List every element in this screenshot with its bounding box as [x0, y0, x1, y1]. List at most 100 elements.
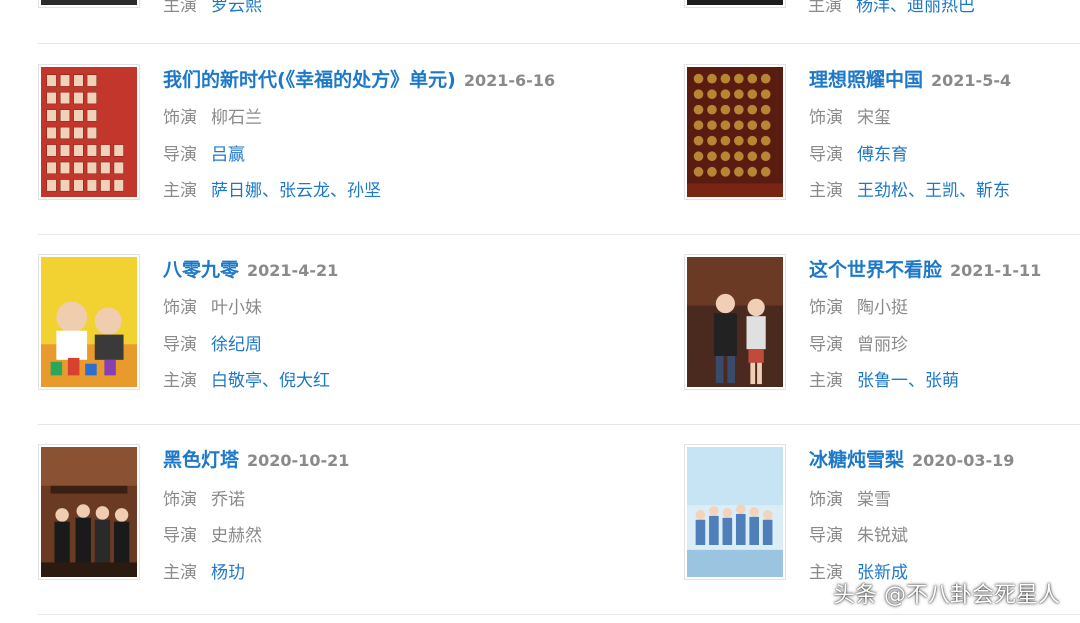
role-value: 叶小妹	[211, 298, 262, 318]
cast-link[interactable]: 张云龙	[279, 181, 330, 201]
poster-image[interactable]	[38, 254, 140, 390]
release-date: 2020-10-21	[247, 451, 350, 470]
role-label: 饰演	[809, 108, 843, 128]
cast-link[interactable]: 杨洋、迪丽热巴	[856, 0, 975, 16]
poster-art	[41, 67, 137, 197]
work-title-link[interactable]: 我们的新时代(《幸福的处方》单元)	[163, 69, 456, 91]
work-card: 冰糖炖雪梨 2020-03-19 饰演 棠雪 导演 朱锐斌 主演 张新成	[684, 444, 1080, 584]
cast-label: 主演	[163, 181, 197, 201]
role-value: 乔诺	[211, 490, 245, 510]
cast-label: 主演	[163, 563, 197, 583]
role-value: 棠雪	[857, 490, 891, 510]
cast-label: 主演	[808, 0, 842, 16]
work-title-link[interactable]: 理想照耀中国	[809, 69, 923, 91]
cast-row: 主演 萨日娜、张云龙、孙坚	[163, 181, 381, 201]
director-link[interactable]: 吕赢	[211, 145, 245, 165]
role-value: 柳石兰	[211, 108, 262, 128]
work-title-row: 我们的新时代(《幸福的处方》单元) 2021-6-16	[163, 66, 555, 94]
poster-art	[41, 257, 137, 387]
role-label: 饰演	[809, 298, 843, 318]
cast-row: 主演 张鲁一、张萌	[809, 371, 959, 391]
director-row: 导演 曾丽珍	[809, 333, 908, 357]
cast-row: 主演 白敬亭、倪大红	[163, 371, 330, 391]
director-row: 导演 吕赢	[163, 143, 245, 167]
top-left-cast-row: 主演 罗云熙	[163, 0, 262, 18]
role-label: 饰演	[163, 298, 197, 318]
cast-link[interactable]: 杨玏	[211, 563, 245, 583]
work-card: 这个世界不看脸 2021-1-11 饰演 陶小挺 导演 曾丽珍 主演 张鲁一、张萌	[684, 254, 1080, 394]
poster-image[interactable]	[684, 64, 786, 200]
cast-link[interactable]: 罗云熙	[211, 0, 262, 16]
work-title-link[interactable]: 八零九零	[163, 259, 239, 281]
work-title-link[interactable]: 冰糖炖雪梨	[809, 449, 904, 471]
cast-link[interactable]: 张萌	[925, 371, 959, 391]
poster-image[interactable]	[38, 64, 140, 200]
release-date: 2021-1-11	[950, 261, 1042, 280]
poster-art	[687, 257, 783, 387]
director-label: 导演	[163, 526, 197, 546]
cast-row: 主演 王劲松、王凯、靳东	[809, 181, 1010, 201]
director-row: 导演 史赫然	[163, 524, 262, 548]
work-card: 理想照耀中国 2021-5-4 饰演 宋玺 导演 傅东育 主演 王劲松、王凯、靳东	[684, 64, 1080, 204]
cast-link[interactable]: 倪大红	[279, 371, 330, 391]
role-label: 饰演	[809, 490, 843, 510]
cast-link[interactable]: 张鲁一	[857, 371, 908, 391]
watermark-text: 头条 @不八卦会死星人	[833, 583, 1060, 608]
row-divider	[38, 234, 1080, 235]
poster-image[interactable]	[684, 0, 786, 8]
director-link[interactable]: 徐纪周	[211, 335, 262, 355]
director-label: 导演	[163, 335, 197, 355]
cast-label: 主演	[163, 371, 197, 391]
role-label: 饰演	[163, 490, 197, 510]
poster-art	[687, 447, 783, 577]
work-title-row: 这个世界不看脸 2021-1-11	[809, 256, 1041, 284]
director-row: 导演 朱锐斌	[809, 524, 908, 548]
director-label: 导演	[809, 335, 843, 355]
poster-art	[687, 67, 783, 197]
role-value: 陶小挺	[857, 298, 908, 318]
director-label: 导演	[163, 145, 197, 165]
role-row: 饰演 柳石兰	[163, 106, 262, 130]
role-label: 饰演	[163, 108, 197, 128]
poster-image[interactable]	[38, 0, 140, 8]
release-date: 2021-5-4	[931, 71, 1012, 90]
release-date: 2020-03-19	[912, 451, 1015, 470]
cast-link[interactable]: 萨日娜	[211, 181, 262, 201]
row-divider	[38, 424, 1080, 425]
cast-row: 主演 杨玏	[163, 561, 245, 585]
cast-link[interactable]: 王凯	[925, 181, 959, 201]
work-title-row: 黑色灯塔 2020-10-21	[163, 446, 349, 474]
work-title-link[interactable]: 黑色灯塔	[163, 449, 239, 471]
poster-image[interactable]	[684, 254, 786, 390]
cast-label: 主演	[809, 371, 843, 391]
director-value: 朱锐斌	[857, 526, 908, 546]
cast-link[interactable]: 孙坚	[347, 181, 381, 201]
cast-link[interactable]: 王劲松	[857, 181, 908, 201]
work-title-row: 冰糖炖雪梨 2020-03-19	[809, 446, 1014, 474]
poster-image[interactable]	[38, 444, 140, 580]
director-row: 导演 傅东育	[809, 143, 908, 167]
work-title-row: 八零九零 2021-4-21	[163, 256, 338, 284]
cast-link[interactable]: 靳东	[976, 181, 1010, 201]
role-row: 饰演 叶小妹	[163, 296, 262, 320]
work-card: 八零九零 2021-4-21 饰演 叶小妹 导演 徐纪周 主演 白敬亭、倪大红	[38, 254, 558, 394]
role-row: 饰演 陶小挺	[809, 296, 908, 320]
top-right-cast-row: 主演 杨洋、迪丽热巴	[808, 0, 975, 18]
poster-image[interactable]	[684, 444, 786, 580]
row-divider	[38, 43, 1080, 44]
release-date: 2021-4-21	[247, 261, 339, 280]
director-link[interactable]: 傅东育	[857, 145, 908, 165]
role-value: 宋玺	[857, 108, 891, 128]
director-label: 导演	[809, 526, 843, 546]
work-title-link[interactable]: 这个世界不看脸	[809, 259, 942, 281]
work-title-row: 理想照耀中国 2021-5-4	[809, 66, 1011, 94]
cast-label: 主演	[809, 181, 843, 201]
director-value: 史赫然	[211, 526, 262, 546]
role-row: 饰演 乔诺	[163, 488, 245, 512]
work-card: 我们的新时代(《幸福的处方》单元) 2021-6-16 饰演 柳石兰 导演 吕赢 主演…	[38, 64, 558, 204]
role-row: 饰演 宋玺	[809, 106, 891, 130]
work-card: 黑色灯塔 2020-10-21 饰演 乔诺 导演 史赫然 主演 杨玏	[38, 444, 558, 584]
release-date: 2021-6-16	[463, 71, 556, 90]
cast-link[interactable]: 白敬亭	[211, 371, 262, 391]
director-value: 曾丽珍	[857, 335, 908, 355]
